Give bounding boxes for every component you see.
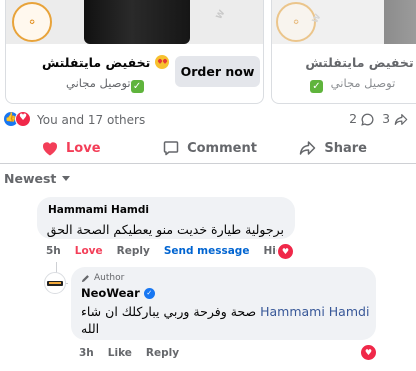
- divider: [0, 163, 416, 164]
- shipping-text: توصيل مجاني: [330, 76, 396, 90]
- caret-down-icon: [62, 176, 71, 181]
- checkmark-icon: ✓: [130, 80, 144, 93]
- engagement-counts: 2 3: [349, 111, 408, 126]
- comment-button[interactable]: Comment: [140, 134, 280, 162]
- comment-text: برجولية طيارة خديت منو يعطيكم الصحة الحق: [46, 222, 284, 237]
- verified-badge-icon: ✓: [143, 287, 155, 299]
- product-image[interactable]: ✪ W: [6, 0, 263, 44]
- comment-timestamp[interactable]: 5h: [46, 245, 61, 257]
- comment-count[interactable]: 2: [349, 111, 374, 126]
- product-title: تخفيض مايتفلتش: [304, 55, 416, 70]
- send-message-link[interactable]: Send message: [164, 245, 250, 257]
- heart-eyes-emoji-icon: [154, 55, 169, 69]
- shipping-label: ✓توصيل مجاني: [66, 76, 148, 93]
- comment-love-link[interactable]: Love: [75, 245, 103, 257]
- reactions-count-text[interactable]: You and 17 others: [37, 113, 145, 127]
- comment-bubble-icon: [361, 113, 374, 126]
- reply-like-link[interactable]: Like: [108, 347, 132, 359]
- jacket-image: [84, 0, 190, 44]
- watermark: W: [214, 8, 227, 21]
- comment-sort-dropdown[interactable]: Newest: [4, 171, 71, 186]
- love-button-label: Love: [66, 140, 101, 156]
- comment-count-value: 2: [349, 111, 358, 126]
- reply-text: Hammami Hamdi صحة وفرحة وربي يباركلك ان …: [81, 303, 371, 337]
- product-title-text: تخفيض مايتفلتش: [42, 55, 151, 70]
- product-card-next[interactable]: ✪ W تخفيض مايتفلتش توصيل مجاني ✓: [271, 0, 416, 104]
- reply-reply-link[interactable]: Reply: [146, 347, 179, 359]
- share-button[interactable]: Share: [280, 134, 416, 162]
- reply-bubble: Author NeoWear ✓ Hammami Hamdi صحة وفرحة…: [71, 267, 376, 340]
- checkmark-icon: ✓: [310, 80, 323, 93]
- reply-author[interactable]: NeoWear ✓: [81, 286, 366, 300]
- comment-bubble: Hammami Hamdi برجولية طيارة خديت منو يعط…: [37, 197, 295, 239]
- product-title-text: تخفيض مايتفلتش: [305, 55, 414, 70]
- share-icon: [300, 141, 316, 155]
- share-count[interactable]: 3: [382, 111, 408, 126]
- product-carousel: ✪ W تخفيض مايتفلتش ✓توصيل مجاني Order no…: [0, 0, 416, 105]
- comment-icon: [163, 141, 179, 156]
- shipping-stamp-icon: ✪: [276, 2, 316, 42]
- product-card[interactable]: ✪ W تخفيض مايتفلتش ✓توصيل مجاني Order no…: [5, 0, 264, 104]
- pencil-icon: [81, 274, 89, 282]
- reaction-icons[interactable]: 👍 ♥: [3, 111, 33, 127]
- product-image-next[interactable]: ✪ W: [272, 0, 416, 44]
- love-reaction-icon: ♥: [15, 111, 31, 127]
- comment-meta: 5h Love Reply Send message Hide: [46, 245, 304, 257]
- post-action-bar: Love Comment Share: [0, 134, 416, 162]
- love-reaction-badge-icon[interactable]: ♥: [278, 244, 293, 259]
- mention-link[interactable]: Hammami Hamdi: [260, 304, 369, 319]
- neowear-logo-icon: [47, 280, 63, 286]
- sort-label: Newest: [4, 171, 57, 186]
- love-button[interactable]: Love: [0, 134, 140, 162]
- comment-author[interactable]: Hammami Hamdi: [48, 204, 284, 216]
- author-badge-label: Author: [94, 273, 125, 283]
- shipping-text: توصيل مجاني: [66, 76, 131, 90]
- reply-text-body: صحة وفرحة وربي يباركلك ان شاء الله: [81, 304, 257, 336]
- comment-reply-link[interactable]: Reply: [117, 245, 150, 257]
- avatar[interactable]: [44, 272, 66, 294]
- reply-author-name: NeoWear: [81, 286, 140, 300]
- comment-button-label: Comment: [187, 140, 257, 156]
- share-arrow-icon: [394, 114, 408, 125]
- jacket-image: [384, 0, 416, 44]
- author-badge: Author: [81, 273, 366, 283]
- reply-timestamp[interactable]: 3h: [79, 347, 94, 359]
- reply-meta: 3h Like Reply: [79, 347, 193, 359]
- love-reaction-badge-icon[interactable]: ♥: [361, 345, 376, 360]
- shipping-stamp-icon: ✪: [12, 2, 52, 42]
- product-title: تخفيض مايتفلتش: [42, 55, 169, 70]
- shipping-label: توصيل مجاني ✓: [310, 76, 395, 93]
- share-count-value: 3: [382, 111, 391, 126]
- order-now-button[interactable]: Order now: [175, 56, 260, 87]
- reactions-summary: 👍 ♥ You and 17 others 2 3: [0, 109, 416, 131]
- heart-icon: [42, 141, 58, 155]
- share-button-label: Share: [324, 140, 367, 156]
